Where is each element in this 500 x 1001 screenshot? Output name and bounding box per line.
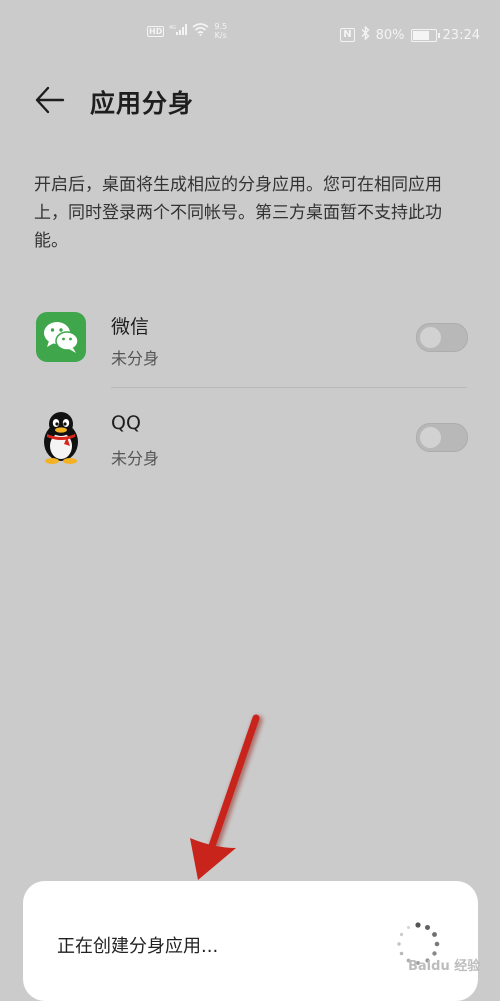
- list-divider: [111, 387, 467, 388]
- wifi-icon: [192, 23, 209, 39]
- battery-percent: 80%: [375, 27, 405, 43]
- svg-text:4G: 4G: [169, 25, 176, 31]
- status-left-group: HD 4G 9.5 K/s: [147, 22, 227, 40]
- feature-description: 开启后，桌面将生成相应的分身应用。您可在相同应用上，同时登录两个不同帐号。第三方…: [34, 175, 442, 251]
- network-speed-value: 9.5: [214, 22, 228, 31]
- bluetooth-icon: [361, 25, 370, 44]
- app-name: 微信: [111, 316, 150, 338]
- red-annotation-arrow: [190, 714, 263, 880]
- app-name: QQ: [111, 412, 141, 434]
- app-row-qq[interactable]: QQ 未分身: [0, 392, 500, 492]
- back-arrow-icon: [35, 86, 65, 114]
- status-bar: HD 4G 9.5 K/s N 80% 23:24: [0, 0, 500, 62]
- app-status: 未分身: [111, 449, 160, 468]
- clock-time: 23:24: [442, 27, 480, 43]
- baidu-watermark: Baidu 经验: [408, 959, 481, 974]
- wechat-icon: [36, 312, 86, 362]
- battery-level-fill: [412, 30, 429, 40]
- clone-toggle-wechat[interactable]: [416, 323, 468, 352]
- nfc-icon: N: [340, 28, 355, 42]
- clone-toggle-qq[interactable]: [416, 423, 468, 452]
- back-button[interactable]: [30, 82, 70, 118]
- qq-penguin-icon: [36, 410, 86, 464]
- hd-badge: HD: [147, 25, 165, 37]
- battery-icon: [410, 28, 440, 42]
- network-speed: 9.5 K/s: [214, 22, 227, 40]
- dialog-message: 正在创建分身应用...: [57, 936, 219, 957]
- toggle-knob: [420, 327, 441, 348]
- status-right-group: N 80% 23:24: [340, 25, 480, 44]
- app-status: 未分身: [111, 349, 160, 368]
- creating-clone-dialog: 正在创建分身应用...: [23, 881, 478, 1001]
- toggle-knob: [420, 427, 441, 448]
- app-row-wechat[interactable]: 微信 未分身: [0, 290, 500, 390]
- page-title: 应用分身: [90, 89, 195, 118]
- top-app-bar: 应用分身: [0, 70, 500, 130]
- cellular-signal-icon: 4G: [169, 24, 188, 38]
- network-speed-unit: K/s: [214, 31, 227, 40]
